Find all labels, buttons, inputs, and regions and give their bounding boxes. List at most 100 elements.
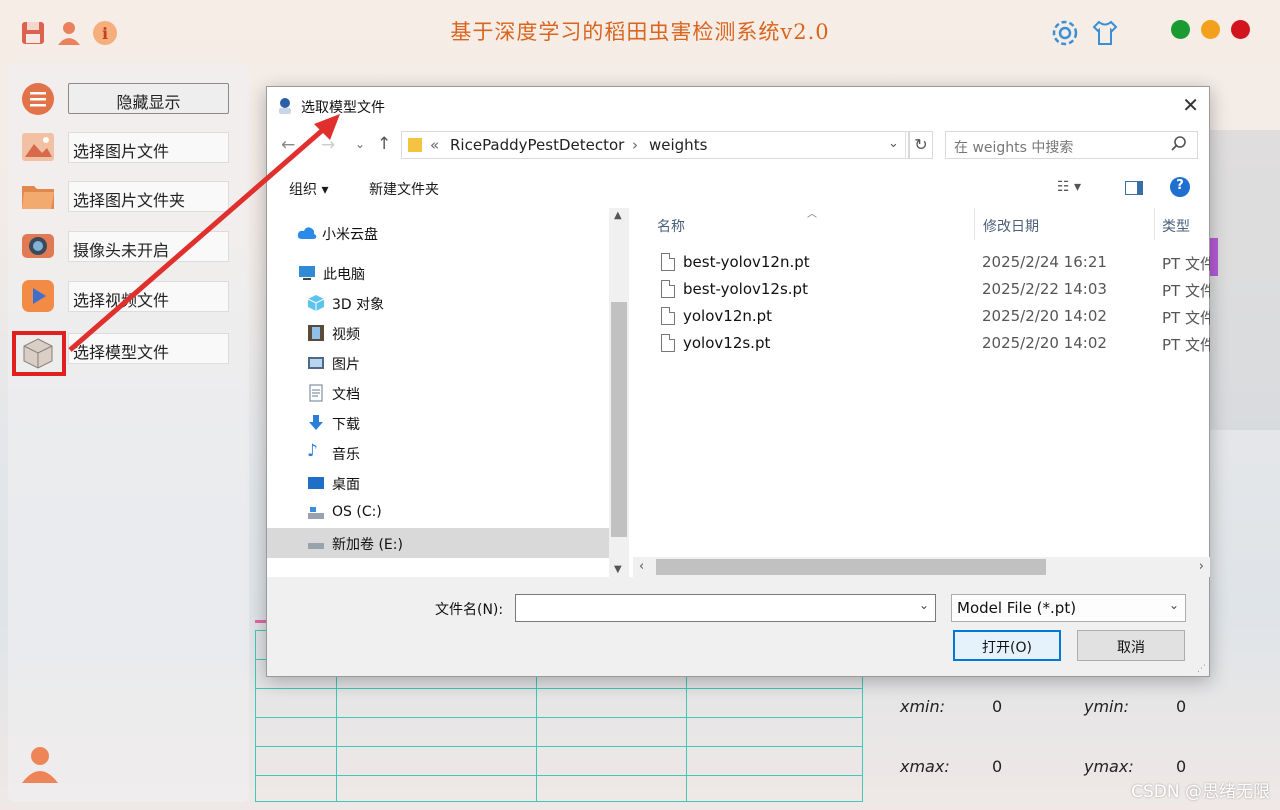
file-row[interactable]: best-yolov12n.pt 2025/2/24 16:21 PT 文件 <box>633 250 1210 276</box>
column-header-date[interactable]: 修改日期 <box>983 216 1039 236</box>
xmax-label: xmax: <box>900 757 950 776</box>
drive-icon <box>307 504 325 522</box>
select-image-folder-button[interactable]: 选择图片文件夹 <box>68 181 229 212</box>
ymax-value: 0 <box>1176 757 1187 776</box>
xmin-value: 0 <box>992 697 1003 716</box>
file-row[interactable]: yolov12n.pt 2025/2/20 14:02 PT 文件 <box>633 304 1210 330</box>
tree-item-downloads[interactable]: 下载 <box>267 408 609 438</box>
file-row[interactable]: yolov12s.pt 2025/2/20 14:02 PT 文件 <box>633 331 1210 357</box>
dialog-app-icon <box>276 96 294 114</box>
tree-item-this-pc[interactable]: 此电脑 <box>267 258 609 288</box>
drive-icon <box>307 534 325 552</box>
tree-item-desktop[interactable]: 桌面 <box>267 468 609 498</box>
select-image-file-button[interactable]: 选择图片文件 <box>68 132 229 163</box>
search-input[interactable]: 在 weights 中搜索 <box>945 131 1198 159</box>
address-bar[interactable]: « RicePaddyPestDetector › weights ⌄ <box>401 131 909 159</box>
recent-chevron-icon[interactable]: ⌄ <box>355 137 365 151</box>
breadcrumb-ricepaddy[interactable]: RicePaddyPestDetector <box>450 136 624 154</box>
skin-shirt-icon[interactable] <box>1090 18 1120 48</box>
file-open-dialog: 选取模型文件 ✕ ← → ⌄ ↑ « RicePaddyPestDetector… <box>266 86 1210 677</box>
tree-item-drive-c[interactable]: OS (C:) <box>267 498 609 528</box>
filetype-select[interactable]: Model File (*.pt) <box>951 594 1186 622</box>
cancel-button[interactable]: 取消 <box>1077 630 1185 661</box>
breadcrumb-overflow[interactable]: « <box>430 136 439 154</box>
left-sidebar <box>8 62 249 802</box>
filetype-chevron-icon[interactable]: ⌄ <box>1169 598 1179 612</box>
download-icon <box>307 414 325 432</box>
window-maximize-button[interactable] <box>1171 20 1190 39</box>
info-icon[interactable]: i <box>90 18 120 48</box>
back-arrow-icon[interactable]: ← <box>281 135 295 155</box>
dialog-footer <box>267 577 1209 676</box>
resize-grip-icon[interactable]: ⋰ <box>1197 664 1206 674</box>
dialog-close-icon[interactable]: ✕ <box>1182 93 1199 117</box>
sort-caret-icon: ︿ <box>807 209 817 220</box>
document-icon <box>307 384 325 402</box>
settings-gear-icon[interactable] <box>1050 18 1080 48</box>
select-video-file-button[interactable]: 选择视频文件 <box>68 281 229 312</box>
user-icon[interactable] <box>54 18 84 48</box>
progress-accent <box>1210 238 1218 276</box>
picture-icon <box>307 354 325 372</box>
file-row[interactable]: best-yolov12s.pt 2025/2/22 14:03 PT 文件 <box>633 277 1210 303</box>
user-avatar-icon[interactable] <box>18 742 62 786</box>
organize-menu[interactable]: 组织 ▾ <box>289 179 328 199</box>
video-icon <box>20 278 56 314</box>
file-list: 名称 ︿ 修改日期 类型 best-yolov12n.pt 2025/2/24 1… <box>633 208 1210 558</box>
ymin-label: ymin: <box>1084 697 1130 716</box>
watermark: CSDN @思绪无限 <box>1131 782 1270 802</box>
tree-scroll-thumb[interactable] <box>611 302 627 537</box>
navigation-tree: 小米云盘 此电脑 3D 对象 视频 图片 文档 下载 ♪ 音乐 桌面 OS (C… <box>267 208 609 577</box>
tree-item-xiaomi-cloud[interactable]: 小米云盘 <box>267 218 609 248</box>
computer-icon <box>298 264 316 282</box>
address-dropdown-icon[interactable]: ⌄ <box>888 136 899 151</box>
file-icon <box>661 307 675 325</box>
view-options-icon[interactable]: ☷ ▾ <box>1057 179 1081 195</box>
tree-item-drive-e[interactable]: 新加卷 (E:) <box>267 528 609 558</box>
file-icon <box>661 334 675 352</box>
refresh-icon[interactable]: ↻ <box>909 131 933 159</box>
folder-icon <box>408 138 422 152</box>
app-title: 基于深度学习的稻田虫害检测系统v2.0 <box>450 20 830 44</box>
filename-input[interactable] <box>515 594 936 622</box>
ymax-label: ymax: <box>1084 757 1134 776</box>
up-arrow-icon[interactable]: ↑ <box>377 134 391 154</box>
desktop-icon <box>307 474 325 492</box>
dialog-title: 选取模型文件 <box>301 100 385 116</box>
column-header-type[interactable]: 类型 <box>1162 216 1190 236</box>
preview-pane-icon[interactable] <box>1125 181 1143 195</box>
save-icon[interactable] <box>18 18 48 48</box>
cloud-icon <box>297 224 317 242</box>
tree-item-videos[interactable]: 视频 <box>267 318 609 348</box>
breadcrumb-weights[interactable]: weights <box>649 136 707 154</box>
tree-item-3d-objects[interactable]: 3D 对象 <box>267 288 609 318</box>
cube-3d-icon <box>307 294 325 312</box>
column-header-name[interactable]: 名称 <box>657 216 685 236</box>
tree-item-documents[interactable]: 文档 <box>267 378 609 408</box>
ymin-value: 0 <box>1176 697 1187 716</box>
camera-icon <box>20 227 56 263</box>
window-close-button[interactable] <box>1231 20 1250 39</box>
help-icon[interactable]: ? <box>1170 177 1190 197</box>
folder-icon <box>20 178 56 214</box>
film-icon <box>307 324 325 342</box>
tree-item-pictures[interactable]: 图片 <box>267 348 609 378</box>
open-button[interactable]: 打开(O) <box>953 630 1061 661</box>
tree-item-music[interactable]: ♪ 音乐 <box>267 438 609 468</box>
highlight-box <box>12 331 66 376</box>
window-minimize-button[interactable] <box>1201 20 1220 39</box>
xmin-label: xmin: <box>900 697 946 716</box>
new-folder-button[interactable]: 新建文件夹 <box>369 179 439 199</box>
menu-icon <box>20 81 56 117</box>
music-icon: ♪ <box>307 441 318 461</box>
forward-arrow-icon[interactable]: → <box>321 135 335 155</box>
xmax-value: 0 <box>992 757 1003 776</box>
search-icon <box>1171 136 1187 152</box>
toggle-display-button[interactable]: 隐藏显示 <box>68 83 229 114</box>
camera-toggle-button[interactable]: 摄像头未开启 <box>68 231 229 262</box>
select-model-file-button[interactable]: 选择模型文件 <box>68 333 229 364</box>
filename-dropdown-icon[interactable]: ⌄ <box>919 598 929 612</box>
file-icon <box>661 280 675 298</box>
right-info-panel <box>1210 130 1280 430</box>
hscroll-thumb[interactable] <box>656 559 1046 575</box>
